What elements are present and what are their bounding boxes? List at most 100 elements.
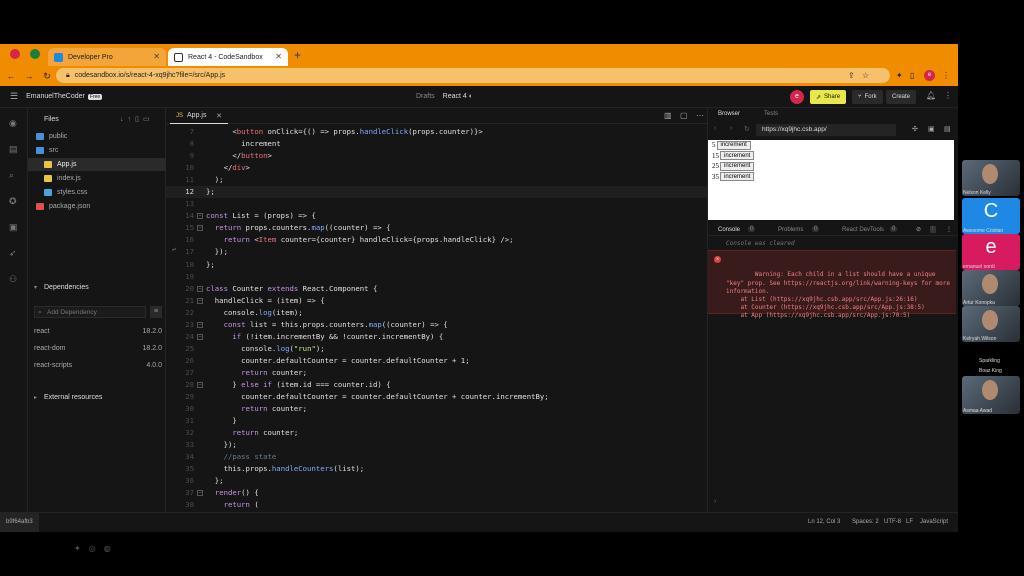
file-encoding[interactable]: UTF-8 — [884, 519, 901, 525]
participant-tile[interactable]: Kelryah Wilson — [962, 306, 1020, 342]
extensions-icon[interactable]: ✦ — [896, 71, 903, 80]
preview-frame[interactable]: 5 increment 15 increment 25 increment 35 increm… — [708, 140, 954, 220]
hamburger-menu-icon[interactable]: ☰ — [10, 91, 18, 102]
code-line[interactable]: 8 increment — [166, 138, 707, 150]
notifications-bell-icon[interactable]: 🔔︎ — [926, 91, 936, 100]
code-line[interactable]: 33 }); — [166, 439, 707, 451]
code-line[interactable]: 23− const list = this.props.counters.map… — [166, 319, 707, 331]
code-line[interactable]: 20− class Counter extends React.Component… — [166, 283, 707, 295]
participant-tile[interactable]: Sparkling — [962, 346, 1020, 366]
code-line[interactable]: 28− } else if (item.id === counter.id) { — [166, 379, 707, 391]
participant-tile[interactable]: Artur Konopka — [962, 270, 1020, 306]
fold-toggle-icon[interactable]: − — [197, 225, 203, 232]
fork-button[interactable]: ⑂ Fork — [852, 90, 883, 104]
dependencies-header[interactable]: ▾ Dependencies — [28, 280, 166, 294]
reload-icon[interactable]: ↻ — [40, 71, 54, 82]
fold-toggle-icon[interactable]: − — [197, 297, 203, 304]
code-line[interactable]: 19 — [166, 271, 707, 283]
preview-url-input[interactable]: https://xq9jhc.csb.app/ — [756, 124, 896, 136]
code-line[interactable]: 30 return counter; — [166, 403, 707, 415]
code-line[interactable]: 32 return counter; — [166, 427, 707, 439]
participant-tile[interactable]: Asmaa Awad — [962, 376, 1020, 414]
code-line[interactable]: 15− return props.counters.map((counter) … — [166, 222, 707, 234]
fold-toggle-icon[interactable]: − — [197, 321, 203, 328]
language-mode[interactable]: JavaScript — [920, 519, 948, 525]
code-line[interactable]: 24− if (!item.incrementBy && !counter.in… — [166, 331, 707, 343]
participant-tile[interactable]: Boaz King — [962, 366, 1020, 376]
create-button[interactable]: Create — [886, 90, 917, 104]
file-tree-item[interactable]: App.js — [28, 158, 166, 171]
add-dependency-input[interactable]: ⌕ Add Dependency — [34, 306, 146, 318]
os-extension-icon[interactable] — [30, 49, 40, 59]
deploy-rocket-icon[interactable]: ➶ — [9, 248, 19, 258]
browser-tab-react4[interactable]: React 4 - CodeSandbox ✕ — [168, 48, 288, 66]
sort-icon[interactable]: ↓ — [120, 116, 128, 123]
dependency-item[interactable]: react 18.2.0 — [34, 328, 162, 335]
participant-tile[interactable]: Nelson Kelly — [962, 160, 1020, 196]
code-line[interactable]: 14− const List = (props) => { — [166, 210, 707, 222]
increment-button[interactable]: increment — [720, 151, 755, 161]
code-line[interactable]: 10 </div> — [166, 162, 707, 174]
code-line[interactable]: 22 console.log(item); — [166, 307, 707, 319]
user-avatar[interactable]: e — [790, 90, 804, 104]
file-tree-item[interactable]: public — [28, 130, 166, 143]
external-resources-header[interactable]: ▸ External resources — [28, 390, 166, 404]
code-line[interactable]: 36 }; — [166, 475, 707, 487]
close-tab-icon[interactable]: ✕ — [216, 112, 222, 120]
code-line[interactable]: 37− render() { — [166, 487, 707, 499]
preview-reload-icon[interactable]: ↻ — [744, 125, 750, 133]
console-prompt-icon[interactable]: › — [714, 498, 716, 505]
editor-more-icon[interactable]: ⋯ — [696, 111, 704, 120]
sidebar-toggle-icon[interactable]: ▯ — [910, 71, 914, 80]
workspace-name[interactable]: EmanuelTheCoder — [26, 93, 85, 100]
file-actions[interactable]: ↓↑▯▭ — [120, 115, 153, 123]
explorer-icon[interactable]: ▤ — [9, 144, 19, 154]
preview-forward-icon[interactable]: › — [730, 125, 732, 132]
upload-icon[interactable]: ↑ — [128, 116, 136, 123]
code-line[interactable]: 31 } — [166, 415, 707, 427]
code-line[interactable]: 16 return <Item counter={counter} handle… — [166, 234, 707, 246]
twitter-icon[interactable]: ✦ — [74, 544, 89, 553]
filter-console-icon[interactable]: ⫶ — [930, 226, 936, 233]
close-tab-icon[interactable]: ✕ — [275, 52, 282, 61]
browser-menu-icon[interactable]: ⋮ — [942, 71, 950, 80]
code-line[interactable]: 29 counter.defaultCounter = counter.defa… — [166, 391, 707, 403]
code-lines[interactable]: 7 <button onClick={() => props.handleCli… — [166, 126, 707, 512]
dashboard-icon[interactable]: ◉ — [9, 118, 19, 128]
breadcrumb-folder[interactable]: Drafts — [416, 93, 435, 100]
increment-button[interactable]: increment — [720, 172, 755, 182]
back-icon[interactable]: ← — [4, 71, 18, 81]
new-tab-icon[interactable]: + — [294, 48, 301, 62]
indent-setting[interactable]: Spaces: 2 — [852, 519, 879, 525]
cursor-position[interactable]: Ln 12, Col 3 — [808, 519, 840, 525]
close-tab-icon[interactable]: ✕ — [153, 52, 160, 61]
new-file-icon[interactable]: ▯ — [135, 116, 143, 123]
code-line[interactable]: 7 <button onClick={() => props.handleCli… — [166, 126, 707, 138]
code-line[interactable]: 35 this.props.handleCounters(list); — [166, 463, 707, 475]
code-line[interactable]: 17 }); — [166, 246, 707, 258]
line-endings[interactable]: LF — [906, 519, 913, 525]
bookmark-star-icon[interactable]: ☆ — [862, 71, 869, 80]
share-page-icon[interactable]: ⇪ — [848, 71, 855, 80]
forward-icon[interactable]: → — [22, 71, 36, 81]
fold-toggle-icon[interactable]: − — [197, 490, 203, 497]
clear-console-icon[interactable]: ⊘ — [916, 226, 921, 233]
tab-browser[interactable]: Browser — [718, 111, 740, 117]
code-line[interactable]: 18}; — [166, 259, 707, 271]
discord-icon[interactable]: ◍ — [104, 544, 119, 553]
code-line[interactable]: 34 //pass state — [166, 451, 707, 463]
open-new-window-icon[interactable]: ▣ — [928, 125, 935, 133]
code-line[interactable]: 11 ); — [166, 174, 707, 186]
fold-toggle-icon[interactable]: − — [197, 213, 203, 220]
live-users-icon[interactable]: ⚇ — [9, 274, 19, 284]
split-view-icon[interactable]: ▥ — [664, 111, 672, 120]
github-icon[interactable]: ✪ — [9, 196, 19, 206]
breadcrumb-sandbox[interactable]: React 4 — [443, 93, 467, 100]
increment-button[interactable]: increment — [720, 161, 755, 171]
new-folder-icon[interactable]: ▭ — [143, 116, 154, 123]
file-tree-item[interactable]: package.json — [28, 200, 166, 213]
comments-icon[interactable]: ▣ — [9, 222, 19, 232]
code-line[interactable]: 38 return ( — [166, 499, 707, 511]
code-line[interactable]: 13 — [166, 198, 707, 210]
fold-toggle-icon[interactable]: − — [197, 381, 203, 388]
